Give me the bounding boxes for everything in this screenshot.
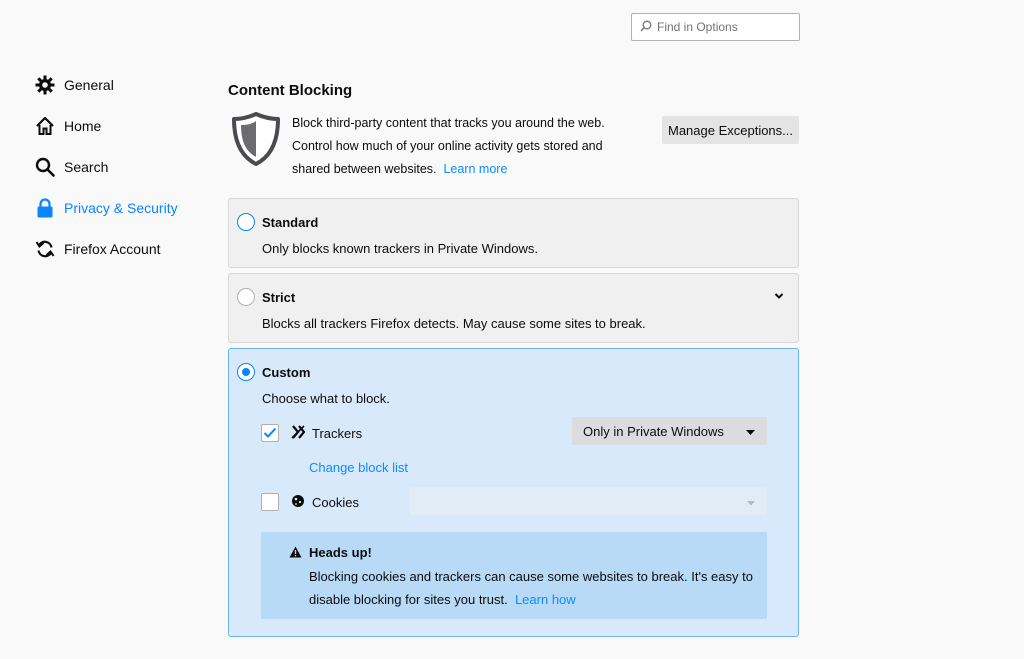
strict-radio[interactable]	[237, 288, 255, 306]
sidebar-item-home[interactable]: Home	[34, 105, 224, 146]
cookies-row: Cookies	[261, 493, 359, 511]
sidebar-item-label: Firefox Account	[64, 240, 161, 257]
heads-up-notice: Heads up! Blocking cookies and trackers …	[261, 532, 767, 619]
shield-icon	[232, 112, 280, 169]
cookie-icon	[291, 494, 305, 511]
lock-icon	[34, 197, 55, 218]
trackers-row: Trackers	[261, 424, 362, 442]
sync-icon	[34, 238, 55, 259]
heads-up-text: Blocking cookies and trackers can cause …	[309, 565, 759, 611]
cookies-select[interactable]	[410, 487, 767, 515]
dropdown-arrow-icon	[746, 424, 755, 439]
strict-option-header: Strict	[237, 288, 295, 306]
sidebar-item-label: General	[64, 76, 114, 93]
dropdown-arrow-icon	[747, 494, 755, 509]
sidebar-item-label: Home	[64, 117, 102, 134]
trackers-icon	[291, 424, 306, 442]
cookies-label: Cookies	[312, 494, 359, 510]
trackers-select[interactable]: Only in Private Windows	[572, 417, 767, 445]
sidebar-item-general[interactable]: General	[34, 64, 224, 105]
sidebar-item-privacy-security[interactable]: Privacy & Security	[34, 187, 224, 228]
sidebar-item-search[interactable]: Search	[34, 146, 224, 187]
learn-how-link[interactable]: Learn how	[515, 592, 576, 607]
trackers-label: Trackers	[312, 425, 363, 441]
search-icon	[640, 20, 652, 35]
home-icon	[34, 115, 55, 136]
standard-option-card[interactable]: Standard Only blocks known trackers in P…	[228, 198, 799, 268]
chevron-down-icon[interactable]	[774, 288, 784, 303]
heads-up-title-text: Heads up!	[309, 545, 372, 560]
section-title: Content Blocking	[228, 82, 353, 99]
content-blocking-section: Content Blocking Block third-party conte…	[228, 80, 800, 637]
strict-option-card[interactable]: Strict Blocks all trackers Firefox detec…	[228, 273, 799, 343]
sidebar-item-label: Search	[64, 158, 109, 175]
strict-title: Strict	[262, 289, 296, 305]
cookies-checkbox[interactable]	[261, 493, 279, 511]
manage-exceptions-button[interactable]: Manage Exceptions...	[662, 116, 799, 144]
strict-description: Blocks all trackers Firefox detects. May…	[262, 316, 646, 331]
standard-radio[interactable]	[237, 213, 255, 231]
search-icon	[34, 156, 55, 177]
standard-title: Standard	[262, 214, 319, 230]
intro: Block third-party content that tracks yo…	[228, 111, 800, 207]
search-input[interactable]	[657, 20, 797, 34]
gear-icon	[34, 74, 55, 95]
find-in-options-field[interactable]	[631, 13, 800, 41]
standard-option-header: Standard	[237, 213, 318, 231]
custom-option-card[interactable]: Custom Choose what to block. Trackers On…	[228, 348, 799, 637]
intro-text: Block third-party content that tracks yo…	[292, 112, 632, 181]
trackers-checkbox[interactable]	[261, 424, 279, 442]
heads-up-title: Heads up!	[289, 545, 372, 561]
warning-icon	[289, 546, 302, 561]
sidebar-item-firefox-account[interactable]: Firefox Account	[34, 228, 224, 269]
sidebar-item-label: Privacy & Security	[64, 199, 178, 216]
custom-description: Choose what to block.	[262, 391, 390, 406]
custom-title: Custom	[262, 364, 311, 380]
trackers-select-value: Only in Private Windows	[583, 423, 724, 439]
custom-option-header: Custom	[237, 363, 310, 381]
standard-description: Only blocks known trackers in Private Wi…	[262, 241, 538, 256]
sidebar: General Home Search Privacy & Security F…	[34, 64, 224, 269]
custom-radio[interactable]	[237, 363, 255, 381]
change-block-list-link[interactable]: Change block list	[309, 460, 408, 475]
learn-more-link[interactable]: Learn more	[443, 162, 507, 176]
